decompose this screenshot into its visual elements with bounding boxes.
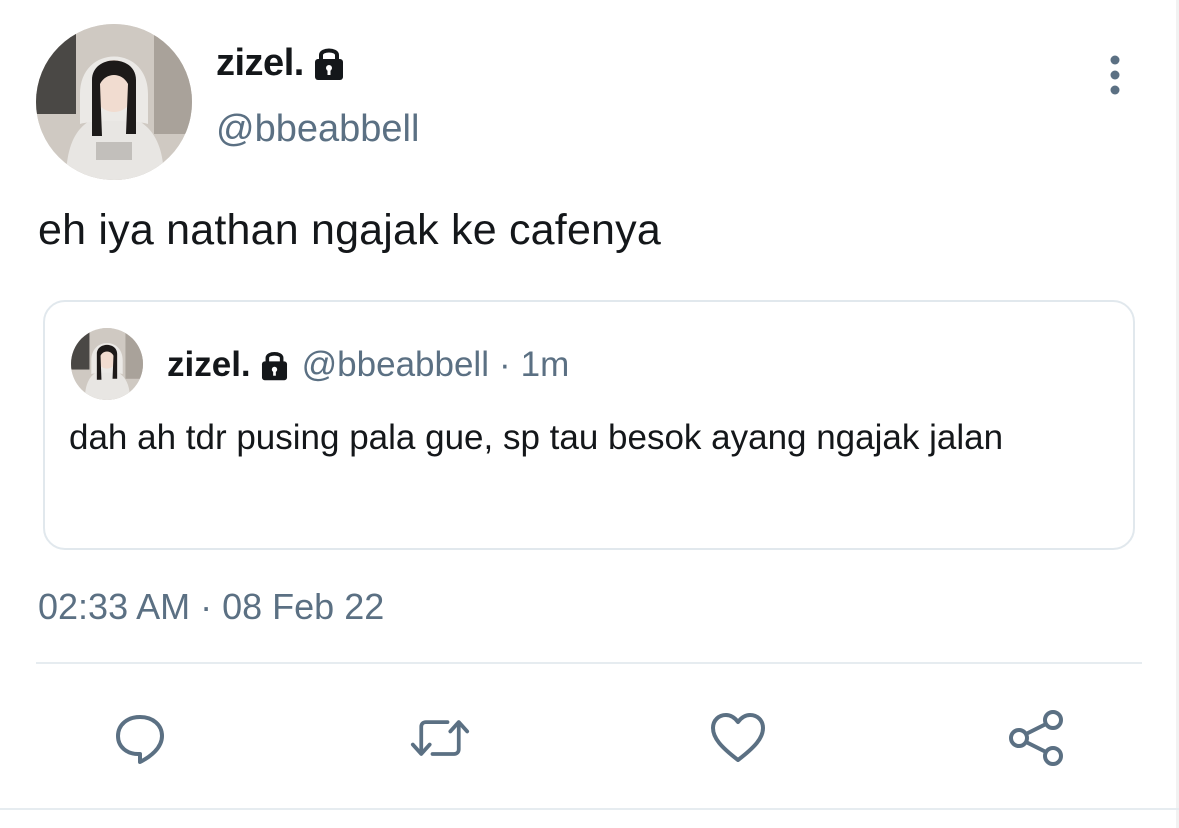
like-icon — [711, 713, 765, 762]
quoted-time: 1m — [520, 345, 570, 384]
tweet-date: 08 Feb 22 — [222, 586, 385, 627]
quoted-avatar[interactable] — [71, 328, 143, 400]
tweet-timestamp: 02:33 AM · 08 Feb 22 — [38, 586, 384, 628]
timestamp-separator: · — [200, 586, 213, 627]
author-handle[interactable]: @bbeabbell — [216, 108, 419, 151]
vertical-ellipsis-icon[interactable] — [1100, 52, 1130, 100]
reply-icon — [116, 715, 164, 764]
retweet-icon — [410, 720, 470, 756]
author-name[interactable]: zizel. — [216, 42, 304, 85]
reply-button[interactable] — [110, 708, 170, 768]
quoted-separator: · — [498, 345, 511, 384]
author-avatar[interactable] — [36, 24, 192, 180]
avatar-image — [36, 24, 192, 180]
share-button[interactable] — [1006, 708, 1066, 768]
avatar-image — [71, 328, 143, 400]
lock-icon — [312, 44, 346, 82]
quoted-text: dah ah tdr pusing pala gue, sp tau besok… — [69, 418, 1004, 457]
quoted-header: zizel. @bbeabbell · 1m — [167, 342, 569, 388]
retweet-button[interactable] — [410, 708, 470, 768]
tweet-time: 02:33 AM — [38, 586, 191, 627]
quoted-tweet-card[interactable]: zizel. @bbeabbell · 1m dah ah tdr pusing… — [43, 300, 1135, 550]
tweet-text: eh iya nathan ngajak ke cafenya — [38, 206, 661, 254]
share-icon — [1009, 710, 1063, 766]
quoted-author-name: zizel. — [167, 345, 251, 384]
quoted-author-handle: @bbeabbell — [301, 345, 489, 384]
divider — [36, 662, 1142, 664]
lock-icon — [259, 348, 290, 382]
like-button[interactable] — [708, 708, 768, 768]
bottom-divider — [0, 808, 1179, 810]
author-name-row: zizel. — [216, 40, 346, 86]
